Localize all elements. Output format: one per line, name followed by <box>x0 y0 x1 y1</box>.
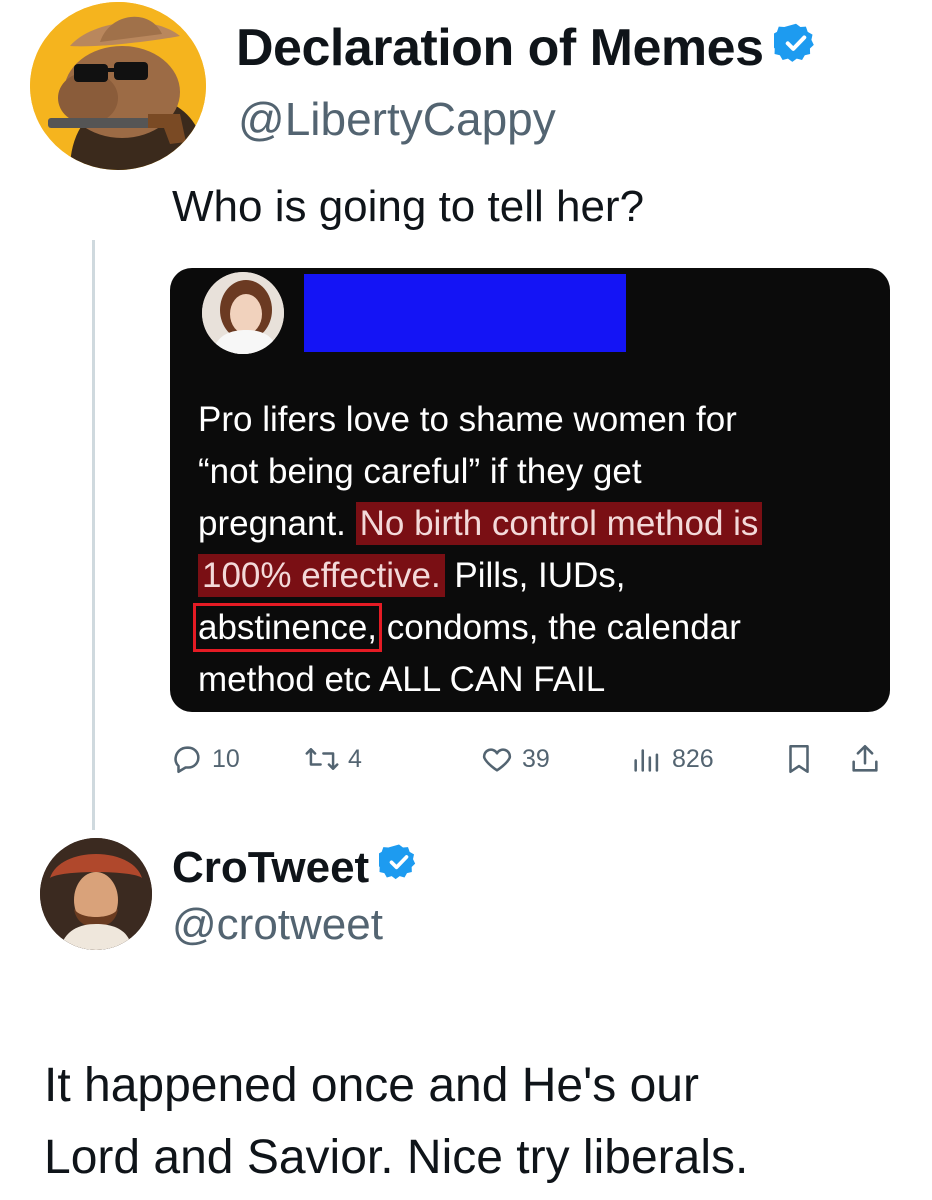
embed-line-5: abstinence, condoms, the calendar <box>192 603 741 652</box>
retweet-count: 4 <box>348 744 362 773</box>
woman-profile-avatar <box>202 272 284 354</box>
embedded-image[interactable]: Pro lifers love to shame women for “not … <box>170 268 890 712</box>
embed-line-1: Pro lifers love to shame women for <box>198 400 737 439</box>
display-name-2-text[interactable]: CroTweet <box>172 843 369 893</box>
like-count: 39 <box>522 744 550 773</box>
avatar-liberty-cappy[interactable] <box>30 2 206 170</box>
handle-1[interactable]: @LibertyCappy <box>238 92 556 146</box>
embed-line-3: pregnant. No birth control method is <box>198 498 878 550</box>
tweet-actions: 10 4 39 826 <box>170 742 890 786</box>
display-name-2[interactable]: CroTweet <box>172 842 419 893</box>
embed-line-2: “not being careful” if they get <box>198 452 642 491</box>
display-name-1-text[interactable]: Declaration of Memes <box>236 18 764 78</box>
display-name-1[interactable]: Declaration of Memes <box>236 18 818 78</box>
capybara-cowboy-avatar-icon <box>30 2 206 170</box>
retweet-icon <box>305 748 339 770</box>
highlighted-text: No birth control method is <box>355 502 763 545</box>
tweet-text-1: Who is going to tell her? <box>172 182 645 231</box>
portrait-avatar-icon <box>40 838 152 950</box>
tweet-text-2: It happened once and He's our Lord and S… <box>44 1050 924 1194</box>
like-button[interactable]: 39 <box>480 742 550 776</box>
embed-line-6: method etc ALL CAN FAIL <box>198 660 606 699</box>
views-icon <box>634 749 659 772</box>
embedded-tweet-text: Pro lifers love to shame women for “not … <box>192 394 878 706</box>
heart-icon <box>482 748 512 772</box>
tweet-2-line-1: It happened once and He's our <box>44 1059 699 1112</box>
tweet-2-line-2: Lord and Savior. Nice try liberals. <box>44 1131 749 1184</box>
reply-button[interactable]: 10 <box>170 742 240 776</box>
embed-line-4: 100% effective. Pills, IUDs, <box>198 550 878 602</box>
reply-icon <box>174 746 200 774</box>
views-count: 826 <box>672 744 714 773</box>
redaction-block <box>304 274 626 352</box>
highlighted-text: 100% effective. <box>198 554 445 597</box>
avatar-crotweet[interactable] <box>40 838 152 950</box>
retweet-button[interactable]: 4 <box>304 742 362 776</box>
bookmark-button[interactable] <box>782 742 824 776</box>
verified-badge-icon <box>770 18 818 78</box>
share-icon <box>852 744 878 772</box>
views-button[interactable]: 826 <box>630 742 714 776</box>
boxed-text: abstinence, <box>192 603 383 652</box>
share-button[interactable] <box>848 742 890 776</box>
handle-2[interactable]: @crotweet <box>172 900 383 950</box>
verified-badge-icon <box>376 842 419 893</box>
bookmark-icon <box>789 744 809 774</box>
thread-line <box>92 240 95 830</box>
reply-count: 10 <box>212 744 240 773</box>
